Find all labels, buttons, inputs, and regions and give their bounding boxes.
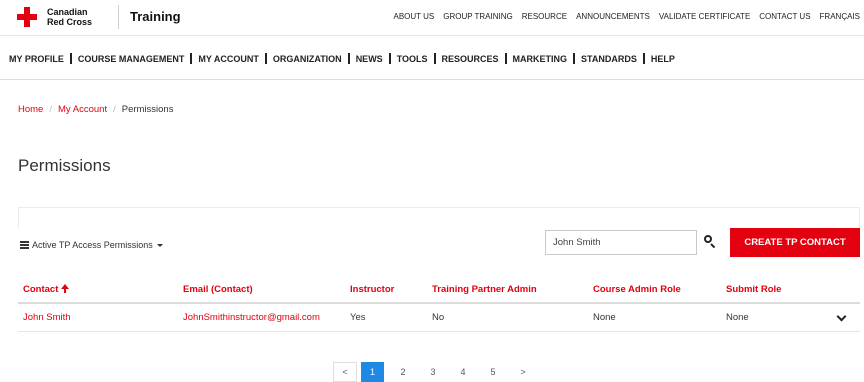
top-link-group-training[interactable]: GROUP TRAINING xyxy=(443,12,513,21)
top-link-francais[interactable]: FRANÇAIS xyxy=(820,12,860,21)
top-link-announcements[interactable]: ANNOUNCEMENTS xyxy=(576,12,650,21)
cell-instructor: Yes xyxy=(350,312,366,323)
cell-email[interactable]: JohnSmithinstructor@gmail.com xyxy=(183,312,320,323)
nav-separator xyxy=(573,53,576,64)
nav-tools[interactable]: TOOLS xyxy=(397,54,428,64)
column-header-training-partner-admin[interactable]: Training Partner Admin xyxy=(432,284,537,295)
main-nav: MY PROFILE COURSE MANAGEMENT MY ACCOUNT … xyxy=(9,53,675,64)
nav-resources[interactable]: RESOURCES xyxy=(442,54,499,64)
permissions-filter-label: Active TP Access Permissions xyxy=(32,240,153,250)
page-button-4[interactable]: 4 xyxy=(448,362,478,382)
brand-line-1: Canadian xyxy=(47,7,88,17)
nav-marketing[interactable]: MARKETING xyxy=(513,54,568,64)
nav-news[interactable]: NEWS xyxy=(356,54,383,64)
nav-separator xyxy=(264,53,267,64)
top-link-validate-certificate[interactable]: VALIDATE CERTIFICATE xyxy=(659,12,750,21)
column-header-course-admin-role[interactable]: Course Admin Role xyxy=(593,284,681,295)
create-tp-contact-button[interactable]: CREATE TP CONTACT xyxy=(730,228,860,257)
nav-standards[interactable]: STANDARDS xyxy=(581,54,637,64)
column-header-contact-label: Contact xyxy=(23,284,59,295)
column-header-submit-role[interactable]: Submit Role xyxy=(726,284,781,295)
top-link-resource[interactable]: RESOURCE xyxy=(522,12,567,21)
page-next-button[interactable]: > xyxy=(508,362,538,382)
nav-course-management[interactable]: COURSE MANAGEMENT xyxy=(78,54,185,64)
header-divider xyxy=(0,35,864,36)
column-header-email[interactable]: Email (Contact) xyxy=(183,284,253,295)
column-header-instructor[interactable]: Instructor xyxy=(350,284,394,295)
pagination: < 1 2 3 4 5 > xyxy=(333,362,538,382)
breadcrumb-current: Permissions xyxy=(121,104,174,115)
page-prev-button[interactable]: < xyxy=(333,362,357,382)
caret-down-icon xyxy=(156,243,163,247)
search-icon[interactable] xyxy=(702,233,718,249)
nav-help[interactable]: HELP xyxy=(651,54,675,64)
nav-separator xyxy=(69,53,72,64)
nav-divider xyxy=(0,79,864,80)
cell-training-partner-admin: No xyxy=(432,312,445,323)
top-link-contact-us[interactable]: CONTACT US xyxy=(759,12,810,21)
nav-separator xyxy=(388,53,391,64)
nav-separator xyxy=(190,53,193,64)
breadcrumb-separator: / xyxy=(49,104,52,115)
breadcrumb-separator: / xyxy=(113,104,116,115)
cell-course-admin-role: None xyxy=(593,312,616,323)
page-button-3[interactable]: 3 xyxy=(418,362,448,382)
nav-separator xyxy=(347,53,350,64)
table-header: Contact Email (Contact) Instructor Train… xyxy=(18,280,860,304)
utility-nav: ABOUT US GROUP TRAINING RESOURCE ANNOUNC… xyxy=(393,12,860,21)
chevron-down-icon[interactable] xyxy=(837,315,847,322)
column-header-contact[interactable]: Contact xyxy=(23,284,70,295)
page-button-5[interactable]: 5 xyxy=(478,362,508,382)
permissions-filter-dropdown[interactable]: Active TP Access Permissions xyxy=(20,240,163,250)
nav-separator xyxy=(433,53,436,64)
brand-divider xyxy=(118,5,119,29)
table-row: John Smith JohnSmithinstructor@gmail.com… xyxy=(18,305,860,332)
breadcrumb-my-account[interactable]: My Account xyxy=(58,104,107,115)
top-link-about-us[interactable]: ABOUT US xyxy=(393,12,434,21)
search-input[interactable] xyxy=(545,230,697,255)
page-button-2[interactable]: 2 xyxy=(388,362,418,382)
top-header: Canadian Red Cross Training ABOUT US GRO… xyxy=(0,0,864,34)
nav-my-profile[interactable]: MY PROFILE xyxy=(9,54,64,64)
nav-separator xyxy=(642,53,645,64)
sort-up-icon xyxy=(61,284,70,293)
panel-header-strip xyxy=(18,207,860,229)
nav-organization[interactable]: ORGANIZATION xyxy=(273,54,342,64)
red-cross-logo[interactable] xyxy=(17,7,37,27)
brand-name[interactable]: Canadian Red Cross xyxy=(47,7,92,27)
cell-contact[interactable]: John Smith xyxy=(23,312,71,323)
breadcrumb: Home / My Account / Permissions xyxy=(18,104,173,115)
nav-separator xyxy=(504,53,507,64)
brand-line-2: Red Cross xyxy=(47,17,93,27)
list-icon xyxy=(20,241,29,249)
breadcrumb-home[interactable]: Home xyxy=(18,104,43,115)
brand-training-label: Training xyxy=(130,9,181,24)
page-button-1[interactable]: 1 xyxy=(361,362,384,382)
nav-my-account[interactable]: MY ACCOUNT xyxy=(198,54,259,64)
cell-submit-role: None xyxy=(726,312,749,323)
page-title: Permissions xyxy=(18,156,111,175)
